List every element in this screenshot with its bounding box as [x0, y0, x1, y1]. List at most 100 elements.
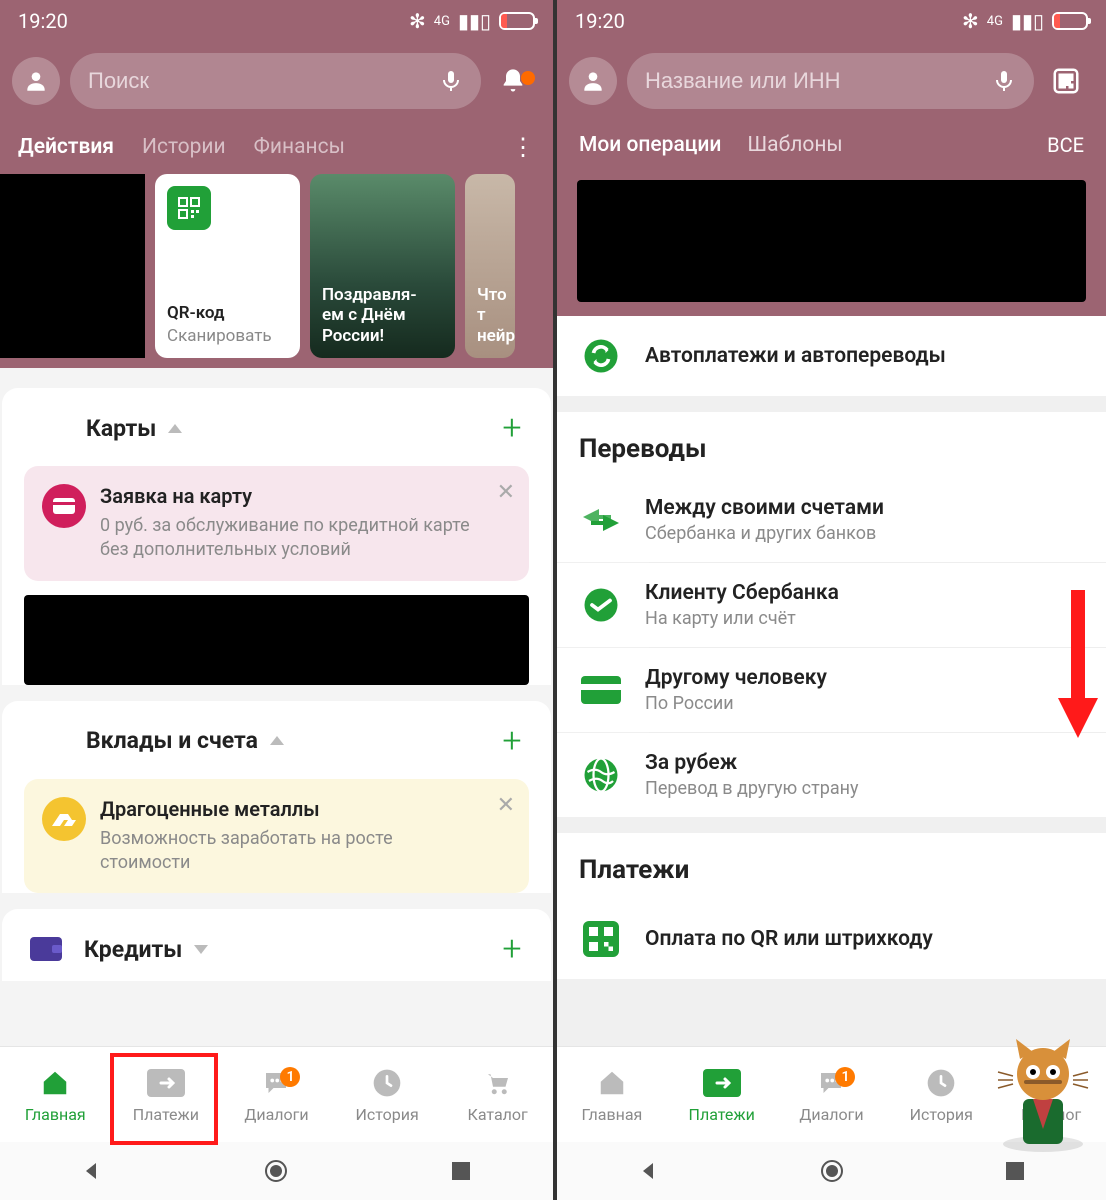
more-icon[interactable]: ⋮ [511, 133, 535, 161]
section-deposits-header[interactable]: Вклады и счета + [2, 721, 551, 779]
chevron-up-icon [168, 424, 182, 433]
tab-finances[interactable]: Финансы [254, 135, 345, 159]
recents-button[interactable] [441, 1151, 481, 1191]
nav-home[interactable]: Главная [5, 1065, 105, 1124]
back-button[interactable] [629, 1151, 669, 1191]
nav-dialogs[interactable]: 1 Диалоги [226, 1065, 326, 1124]
clock-icon [921, 1065, 961, 1101]
list-sub: По России [645, 693, 827, 714]
signal-icon: ▮▮▯ [458, 9, 491, 33]
nav-dialogs[interactable]: 1 Диалоги [781, 1065, 881, 1124]
home-button[interactable] [256, 1151, 296, 1191]
list-sub: На карту или счёт [645, 608, 839, 629]
section-cards: Карты + Заявка на карту 0 руб. за обслуж… [2, 388, 551, 685]
autopay-row[interactable]: Автоплатежи и автопереводы [557, 316, 1106, 396]
bluetooth-icon: ✻ [409, 9, 426, 33]
story-text: Что т нейро [477, 285, 503, 346]
gold-icon [42, 797, 86, 841]
close-icon[interactable]: ✕ [497, 480, 515, 505]
system-nav [557, 1142, 1106, 1200]
search-input[interactable] [645, 68, 982, 94]
search-field[interactable] [70, 53, 481, 109]
nav-home[interactable]: Главная [562, 1065, 662, 1124]
transfer-own-accounts[interactable]: Между своими счетамиСбербанка и других б… [557, 478, 1106, 562]
story-neuro[interactable]: Что т нейро [465, 174, 515, 358]
nav-history[interactable]: История [891, 1065, 991, 1124]
nav-label: Главная [581, 1105, 642, 1124]
list-title: За рубеж [645, 751, 859, 775]
nav-label: Каталог [468, 1105, 528, 1124]
story-russia-day[interactable]: Поздравля- ем с Днём России! [310, 174, 455, 358]
exchange-icon [579, 498, 623, 542]
promo-card-application[interactable]: Заявка на карту 0 руб. за обслуживание п… [24, 466, 529, 581]
search-input[interactable] [88, 68, 429, 94]
card-icon [579, 668, 623, 712]
ops-tabs: Мои операции Шаблоны ВСЕ [557, 120, 1106, 170]
chevron-down-icon [194, 945, 208, 954]
person-icon [580, 68, 606, 94]
cart-icon [478, 1065, 518, 1101]
list-title: Автоплатежи и автопереводы [645, 344, 946, 368]
nav-catalog[interactable]: Каталог [1001, 1065, 1101, 1124]
status-bar: 19:20 ✻ 4G ▮▮▯ [0, 0, 553, 42]
mic-icon[interactable] [439, 69, 463, 93]
back-button[interactable] [72, 1151, 112, 1191]
section-deposits: Вклады и счета + Драгоценные металлы Воз… [2, 701, 551, 894]
home-button[interactable] [812, 1151, 852, 1191]
nav-label: Платежи [689, 1105, 755, 1124]
status-bar: 19:20 ✻ 4G ▮▮▯ [557, 0, 1106, 42]
ops-redacted [577, 180, 1086, 302]
transfer-other-person[interactable]: Другому человекуПо России [557, 648, 1106, 732]
story-qr[interactable]: QR-код Сканировать [155, 174, 300, 358]
nav-badge: 1 [835, 1067, 855, 1087]
chevron-up-icon [270, 736, 284, 745]
section-cards-title: Карты [86, 415, 156, 442]
qr-scan-button[interactable] [1044, 66, 1088, 96]
profile-button[interactable] [569, 57, 617, 105]
add-card-button[interactable]: + [497, 408, 527, 448]
promo-text: 0 руб. за обслуживание по кредитной карт… [100, 514, 479, 563]
payments-header: Платежи [557, 833, 1106, 899]
search-field[interactable] [627, 53, 1034, 109]
nav-badge: 1 [280, 1067, 300, 1087]
header: 19:20 ✻ 4G ▮▮▯ Мои операции Шаблоны В [557, 0, 1106, 316]
tab-my-operations[interactable]: Мои операции [579, 133, 721, 157]
sber-icon [579, 583, 623, 627]
recents-button[interactable] [995, 1151, 1035, 1191]
network-icon: 4G [987, 14, 1003, 29]
pay-by-qr[interactable]: Оплата по QR или штрихкоду [557, 899, 1106, 979]
nav-history[interactable]: История [337, 1065, 437, 1124]
payments-icon [146, 1065, 186, 1101]
profile-button[interactable] [12, 57, 60, 105]
cart-icon [1031, 1065, 1071, 1101]
search-row [557, 42, 1106, 120]
nav-label: Каталог [1021, 1105, 1081, 1124]
notifications-button[interactable] [491, 67, 535, 95]
autopay-icon [579, 334, 623, 378]
promo-metals[interactable]: Драгоценные металлы Возможность заработа… [24, 779, 529, 894]
add-deposit-button[interactable]: + [497, 721, 527, 761]
list-title: Между своими счетами [645, 496, 884, 520]
story-redacted[interactable] [0, 174, 145, 358]
network-icon: 4G [434, 14, 450, 29]
transfer-abroad[interactable]: За рубежПеревод в другую страну [557, 733, 1106, 817]
nav-payments[interactable]: Платежи [116, 1065, 216, 1124]
section-credits-header[interactable]: Кредиты + [2, 929, 551, 975]
transfer-sber-client[interactable]: Клиенту СбербанкаНа карту или счёт [557, 563, 1106, 647]
promo-title: Драгоценные металлы [100, 797, 479, 821]
clock: 19:20 [575, 9, 625, 33]
add-credit-button[interactable]: + [497, 929, 527, 969]
mic-icon[interactable] [992, 69, 1016, 93]
nav-payments[interactable]: Платежи [672, 1065, 772, 1124]
close-icon[interactable]: ✕ [497, 793, 515, 818]
all-button[interactable]: ВСЕ [1047, 133, 1084, 157]
qr-icon [579, 917, 623, 961]
person-icon [23, 68, 49, 94]
tab-actions[interactable]: Действия [18, 135, 114, 159]
tab-stories[interactable]: Истории [142, 135, 226, 159]
tab-templates[interactable]: Шаблоны [747, 133, 842, 157]
transfers-header: Переводы [557, 412, 1106, 478]
nav-catalog[interactable]: Каталог [448, 1065, 548, 1124]
section-cards-header[interactable]: Карты + [2, 408, 551, 466]
promo-text: Возможность заработать на росте стоимост… [100, 827, 479, 876]
